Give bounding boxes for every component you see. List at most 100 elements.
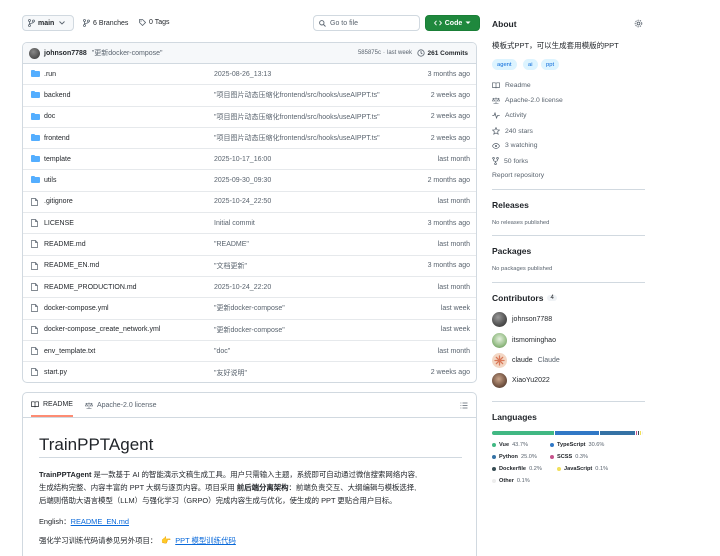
language-color-dot bbox=[492, 455, 496, 459]
file-commit-message[interactable]: "更新docker-compose" bbox=[214, 325, 285, 335]
language-item[interactable]: SCSS 0.3% bbox=[550, 454, 588, 460]
file-name[interactable]: env_template.txt bbox=[44, 348, 95, 355]
commit-message[interactable]: "更新docker-compose" bbox=[92, 48, 163, 58]
tab-license[interactable]: Apache-2.0 license bbox=[84, 402, 157, 409]
file-commit-message[interactable]: 2025-10-24_22:50 bbox=[214, 198, 271, 205]
file-name[interactable]: template bbox=[44, 156, 71, 163]
file-icon bbox=[31, 261, 38, 270]
contributors-header[interactable]: Contributors 4 bbox=[492, 293, 557, 303]
language-percent: 25.0% bbox=[520, 454, 537, 460]
commit-author[interactable]: johnson7788 bbox=[44, 50, 87, 57]
file-row[interactable]: template 2025-10-17_16:00 last month bbox=[23, 149, 476, 171]
file-commit-message[interactable]: "doc" bbox=[214, 348, 230, 355]
file-row[interactable]: frontend "项目图片动态压缩化frontend/src/hooks/use… bbox=[23, 128, 476, 150]
go-to-file-input[interactable]: Go to file bbox=[313, 15, 420, 31]
contributor-item[interactable]: itsmorninghao bbox=[492, 333, 556, 348]
file-name[interactable]: .gitignore bbox=[44, 198, 73, 205]
file-name[interactable]: doc bbox=[44, 113, 55, 120]
file-row[interactable]: README.md "README" last month bbox=[23, 234, 476, 256]
file-name[interactable]: LICENSE bbox=[44, 220, 74, 227]
rl-link[interactable]: PPT 模型训练代码 bbox=[175, 535, 236, 546]
file-row[interactable]: backend "项目图片动态压缩化frontend/src/hooks/useA… bbox=[23, 85, 476, 107]
language-bar-segment bbox=[636, 431, 637, 435]
file-commit-message[interactable]: 2025-09-30_09:30 bbox=[214, 177, 271, 184]
topic-ai[interactable]: ai bbox=[523, 59, 538, 70]
file-commit-message[interactable]: "友好说明" bbox=[214, 368, 247, 378]
topic-ppt[interactable]: ppt bbox=[541, 59, 560, 70]
file-commit-message[interactable]: "文档更新" bbox=[214, 261, 247, 271]
file-name[interactable]: docker-compose_create_network.yml bbox=[44, 326, 160, 333]
file-name[interactable]: frontend bbox=[44, 135, 70, 142]
releases-heading[interactable]: Releases bbox=[492, 200, 529, 210]
language-bar-segment bbox=[638, 431, 639, 435]
language-item[interactable]: Python 25.0% bbox=[492, 454, 537, 460]
language-item[interactable]: TypeScript 30.6% bbox=[550, 442, 604, 448]
english-link[interactable]: README_EN.md bbox=[71, 517, 129, 526]
tab-readme[interactable]: README bbox=[31, 393, 73, 417]
file-row[interactable]: start.py "友好说明" 2 weeks ago bbox=[23, 362, 476, 382]
star-icon bbox=[492, 127, 500, 135]
file-commit-message[interactable]: "项目图片动态压缩化frontend/src/hooks/useAIPPT.ts… bbox=[214, 112, 380, 122]
folder-icon bbox=[31, 91, 40, 99]
readme-link[interactable]: Readme bbox=[492, 82, 531, 89]
stars-link[interactable]: 240 stars bbox=[492, 127, 533, 135]
pointing-hand-icon: 👉 bbox=[161, 536, 172, 545]
file-list: .run 2025-08-26_13:13 3 months ago backend "… bbox=[23, 64, 476, 382]
file-icon bbox=[31, 197, 38, 206]
watching-link[interactable]: 3 watching bbox=[492, 142, 538, 149]
file-commit-message[interactable]: "README" bbox=[214, 241, 249, 248]
language-item[interactable]: Other 0.1% bbox=[492, 478, 530, 484]
commits-link[interactable]: 261 Commits bbox=[416, 49, 468, 57]
file-row[interactable]: docker-compose_create_network.yml "更新dock… bbox=[23, 320, 476, 341]
file-row[interactable]: utils 2025-09-30_09:30 2 months ago bbox=[23, 170, 476, 192]
file-commit-message[interactable]: "项目图片动态压缩化frontend/src/hooks/useAIPPT.ts… bbox=[214, 133, 380, 143]
file-row[interactable]: docker-compose.yml "更新docker-compose" last… bbox=[23, 298, 476, 320]
readme-title: TrainPPTAgent bbox=[39, 435, 154, 454]
file-name[interactable]: start.py bbox=[44, 369, 67, 376]
file-name[interactable]: backend bbox=[44, 92, 70, 99]
file-row[interactable]: LICENSE Initial commit 3 months ago bbox=[23, 213, 476, 235]
branches-link[interactable]: 6 Branches bbox=[83, 19, 128, 27]
contributor-item[interactable]: claude Claude bbox=[492, 353, 560, 368]
activity-link[interactable]: Activity bbox=[492, 112, 527, 119]
file-name[interactable]: README.md bbox=[44, 241, 86, 248]
code-button[interactable]: Code bbox=[425, 15, 480, 31]
file-name[interactable]: README_EN.md bbox=[44, 262, 99, 269]
language-item[interactable]: Dockerfile 0.2% bbox=[492, 466, 542, 472]
language-item[interactable]: Vue 43.7% bbox=[492, 442, 528, 448]
license-link[interactable]: Apache-2.0 license bbox=[492, 97, 563, 104]
packages-heading[interactable]: Packages bbox=[492, 246, 531, 256]
forks-link[interactable]: 50 forks bbox=[492, 157, 528, 165]
avatar[interactable] bbox=[29, 47, 40, 59]
file-commit-message[interactable]: 2025-08-26_13:13 bbox=[214, 71, 271, 78]
contributor-item[interactable]: johnson7788 bbox=[492, 312, 552, 327]
contributor-item[interactable]: XiaoYu2022 bbox=[492, 373, 550, 388]
report-repository-link[interactable]: Report repository bbox=[492, 172, 544, 179]
language-color-dot bbox=[550, 443, 554, 447]
file-commit-message[interactable]: Initial commit bbox=[214, 220, 255, 227]
file-commit-message[interactable]: 2025-10-24_22:20 bbox=[214, 284, 271, 291]
file-commit-message[interactable]: 2025-10-17_16:00 bbox=[214, 156, 271, 163]
file-row[interactable]: env_template.txt "doc" last month bbox=[23, 341, 476, 363]
file-name[interactable]: docker-compose.yml bbox=[44, 305, 109, 312]
tags-link[interactable]: 0 Tags bbox=[139, 19, 170, 26]
topic-agent[interactable]: agent bbox=[492, 59, 517, 70]
commit-sha[interactable]: 585875c bbox=[358, 50, 381, 56]
commit-separator: · bbox=[382, 50, 385, 56]
file-commit-message[interactable]: "更新docker-compose" bbox=[214, 303, 285, 313]
file-row[interactable]: doc "项目图片动态压缩化frontend/src/hooks/useAIPPT… bbox=[23, 107, 476, 128]
file-name[interactable]: utils bbox=[44, 177, 56, 184]
file-row[interactable]: .run 2025-08-26_13:13 3 months ago bbox=[23, 64, 476, 86]
file-row[interactable]: README_PRODUCTION.md 2025-10-24_22:20 last… bbox=[23, 277, 476, 299]
file-row[interactable]: .gitignore 2025-10-24_22:50 last month bbox=[23, 192, 476, 214]
outline-icon[interactable] bbox=[460, 402, 468, 409]
language-item[interactable]: JavaScript 0.1% bbox=[557, 466, 608, 472]
file-name[interactable]: README_PRODUCTION.md bbox=[44, 284, 137, 291]
file-commit-time: 2 weeks ago bbox=[430, 369, 470, 377]
gear-icon[interactable] bbox=[634, 19, 643, 28]
file-name[interactable]: .run bbox=[44, 71, 56, 78]
branch-selector[interactable]: main bbox=[22, 15, 74, 31]
file-row[interactable]: README_EN.md "文档更新" 3 months ago bbox=[23, 256, 476, 277]
file-commit-message[interactable]: "项目图片动态压缩化frontend/src/hooks/useAIPPT.ts… bbox=[214, 90, 380, 100]
intro-line-2: 生成结构完整、内容丰富的 PPT 大纲与逐页内容。项目采用 bbox=[39, 483, 237, 492]
